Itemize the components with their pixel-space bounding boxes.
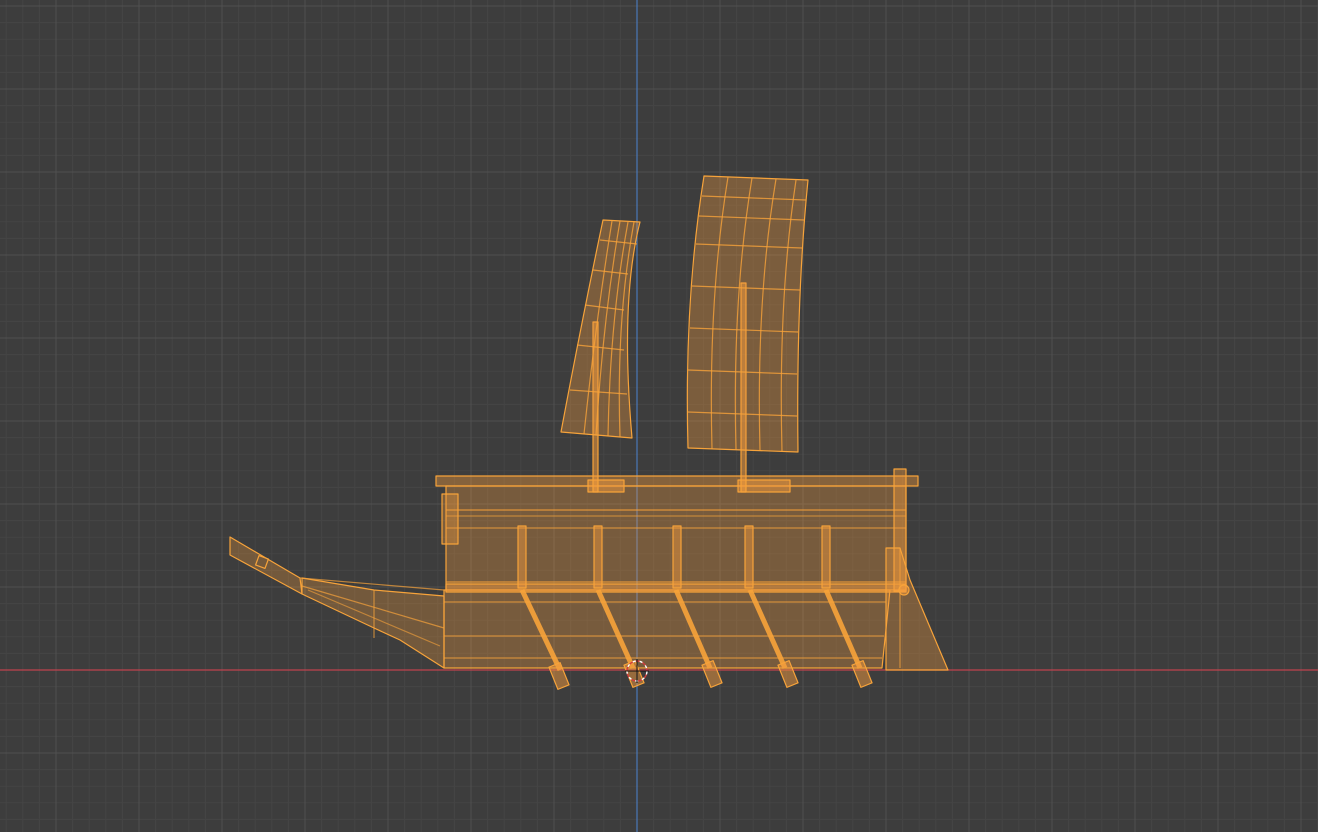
deck-cabin	[435, 468, 919, 593]
main-sail	[686, 175, 809, 453]
bow-prow	[229, 536, 445, 669]
viewport-canvas[interactable]	[0, 0, 1318, 832]
grid-major-lines	[0, 0, 1318, 832]
front-sail	[560, 219, 641, 439]
hull	[443, 589, 891, 669]
stern-rudder	[885, 547, 949, 671]
3d-viewport[interactable]	[0, 0, 1318, 832]
grid-minor-lines	[0, 0, 1318, 832]
